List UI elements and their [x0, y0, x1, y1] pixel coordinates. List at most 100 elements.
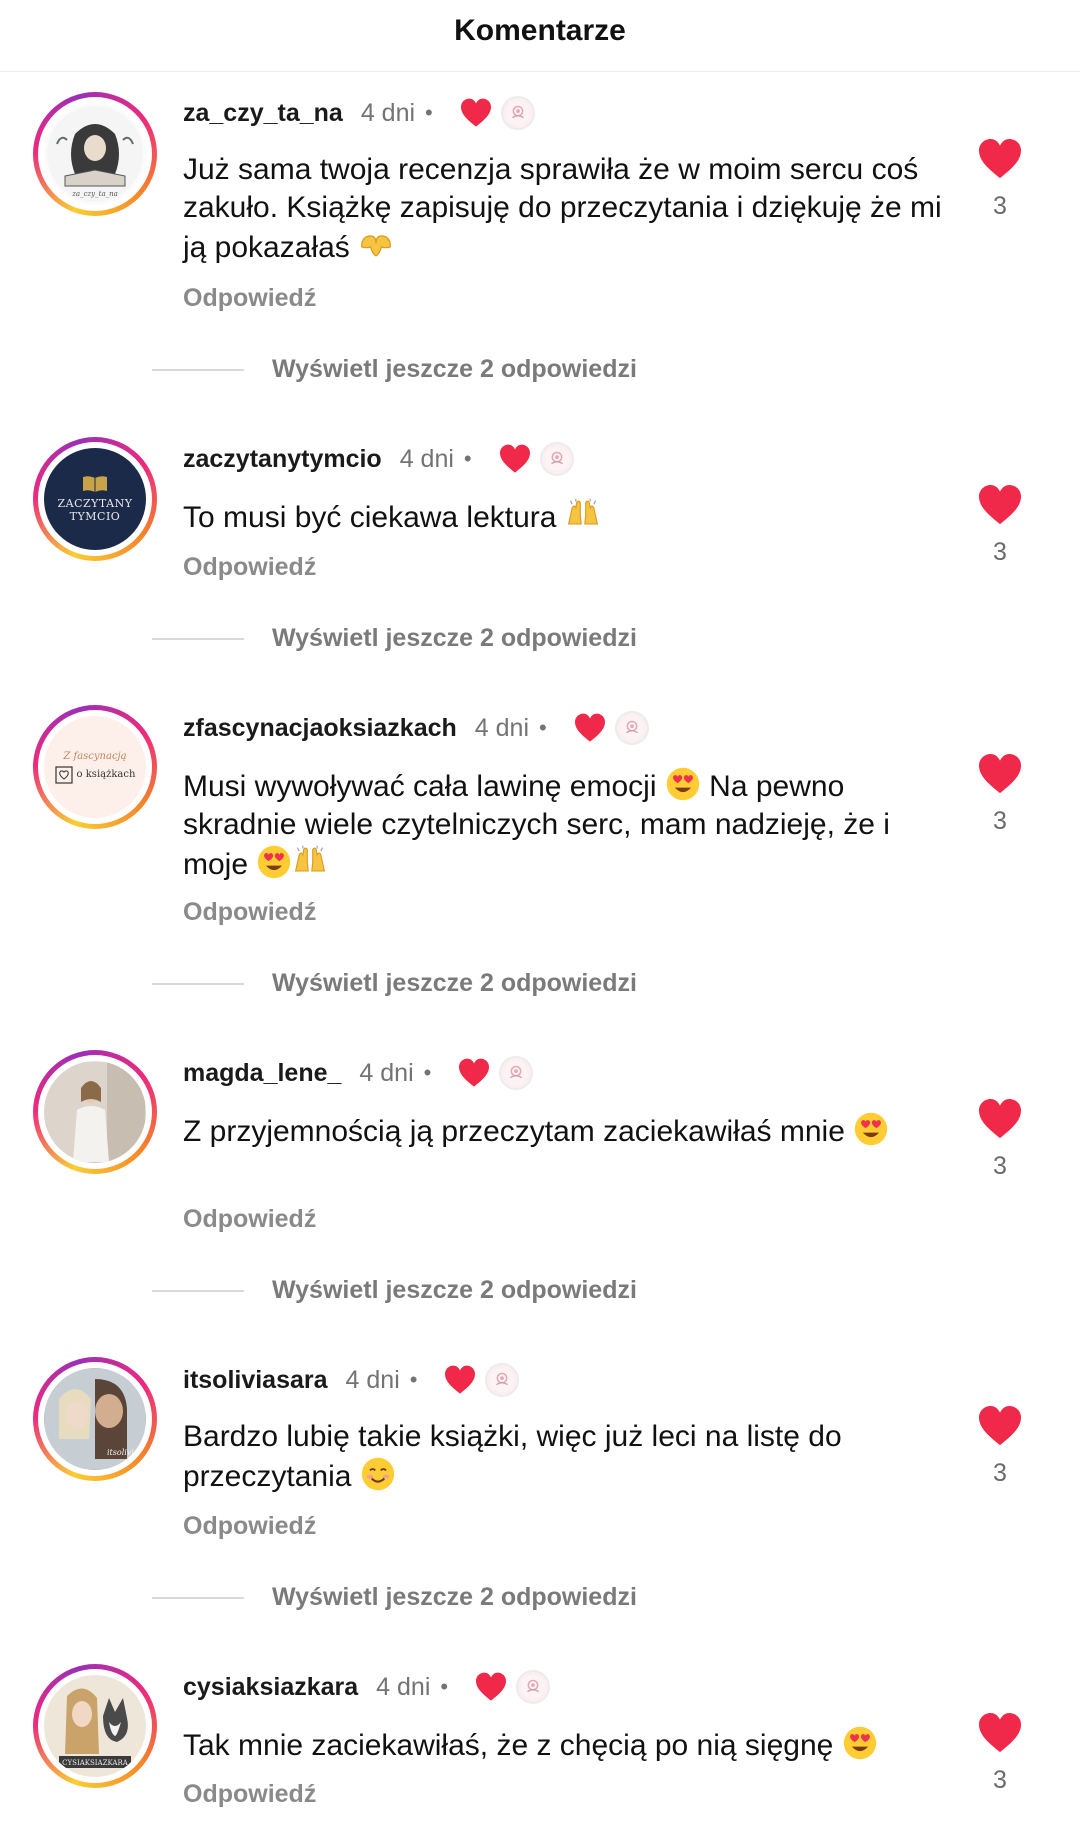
avatar[interactable]: CYSIAKSIAZKARA — [33, 1664, 157, 1788]
comment-text: Z przyjemnością ją przeczytam zaciekawił… — [183, 1115, 845, 1148]
comment-body: Tak mnie zaciekawiłaś, że z chęcią po ni… — [183, 1725, 943, 1765]
comment-meta: cysiaksiazkara 4 dni • — [183, 1669, 551, 1705]
heart-eyes-emoji-icon — [256, 844, 292, 880]
comments-header: Komentarze — [0, 0, 1080, 72]
comment-username[interactable]: zfascynacjaoksiazkach — [183, 714, 457, 743]
avatar-text-line-2: o książkach — [76, 769, 136, 780]
raised-hands-emoji-icon — [565, 497, 601, 533]
comment-meta: zaczytanytymcio 4 dni • — [183, 441, 574, 477]
comment-meta: magda_lene_ 4 dni • — [183, 1055, 534, 1091]
avatar[interactable]: itsoliviasara — [33, 1357, 157, 1481]
view-more-label[interactable]: Wyświetl jeszcze 2 odpowiedzi — [272, 969, 637, 998]
like-heart-icon[interactable] — [977, 484, 1023, 526]
view-more-replies[interactable]: Wyświetl jeszcze 2 odpowiedzi — [152, 1583, 637, 1612]
comment-time: 4 dni — [360, 98, 416, 127]
view-more-replies[interactable]: Wyświetl jeszcze 2 odpowiedzi — [152, 355, 637, 384]
divider-line — [152, 637, 244, 640]
creator-avatar — [485, 1363, 520, 1397]
flower-icon — [504, 99, 532, 127]
like-heart-icon[interactable] — [977, 1405, 1023, 1447]
like-count: 3 — [993, 538, 1007, 566]
comment-username[interactable]: cysiaksiazkara — [183, 1673, 358, 1702]
like-heart-icon[interactable] — [977, 1098, 1023, 1140]
like-count: 3 — [993, 807, 1007, 835]
reply-button[interactable]: Odpowiedź — [183, 1205, 316, 1234]
creator-liked-heart-icon — [457, 1058, 491, 1088]
view-more-label[interactable]: Wyświetl jeszcze 2 odpowiedzi — [272, 355, 637, 384]
like-column: 3 — [975, 1098, 1025, 1181]
avatar[interactable]: ZACZYTANY TYMCIO — [33, 437, 157, 561]
heart-book-icon — [54, 765, 73, 784]
reply-button[interactable]: Odpowiedź — [183, 898, 316, 927]
comment-body: Musi wywoływać cała lawinę emocji Na pew… — [183, 766, 943, 884]
heart-hands-emoji-icon — [358, 227, 394, 263]
comment-body: To musi być ciekawa lektura — [183, 497, 943, 537]
flower-icon — [618, 714, 646, 742]
like-column: 3 — [975, 484, 1025, 567]
creator-avatar — [614, 711, 649, 745]
flower-icon — [543, 445, 571, 473]
like-count: 3 — [993, 1766, 1007, 1794]
comment-time: 4 dni — [359, 1058, 414, 1087]
avatar-text-line-1: ZACZYTANY — [57, 497, 133, 510]
comment-body: Już sama twoja recenzja sprawiła że w mo… — [183, 151, 943, 267]
view-more-label[interactable]: Wyświetl jeszcze 2 odpowiedzi — [272, 624, 637, 653]
comment-text: Tak mnie zaciekawiłaś, że z chęcią po ni… — [183, 1729, 834, 1762]
creator-avatar — [539, 442, 574, 476]
creator-avatar — [500, 96, 535, 130]
creator-liked-heart-icon — [573, 713, 607, 743]
like-count: 3 — [993, 1459, 1007, 1487]
comment-text: Już sama twoja recenzja sprawiła że w mo… — [183, 153, 942, 264]
reply-button[interactable]: Odpowiedź — [183, 553, 316, 582]
flower-icon — [519, 1673, 547, 1701]
comment-username[interactable]: zaczytanytymcio — [183, 445, 382, 474]
divider-line — [152, 1596, 244, 1599]
view-more-label[interactable]: Wyświetl jeszcze 2 odpowiedzi — [272, 1583, 637, 1612]
avatar[interactable]: Z fascynacją o książkach — [33, 705, 157, 829]
page-title: Komentarze — [454, 13, 626, 47]
heart-eyes-emoji-icon — [842, 1725, 878, 1761]
avatar[interactable] — [33, 1050, 157, 1174]
heart-eyes-emoji-icon — [853, 1111, 889, 1147]
avatar[interactable]: za_czy_ta_na — [33, 92, 157, 216]
reply-button[interactable]: Odpowiedź — [183, 1512, 316, 1541]
flower-icon — [502, 1059, 530, 1087]
like-heart-icon[interactable] — [977, 138, 1023, 180]
book-icon — [83, 476, 107, 492]
separator-dot: • — [409, 1367, 418, 1392]
comment-meta: za_czy_ta_na 4 dni • — [183, 95, 535, 131]
creator-liked-heart-icon — [443, 1365, 477, 1395]
creator-liked-heart-icon — [498, 444, 532, 474]
comment-username[interactable]: magda_lene_ — [183, 1059, 341, 1088]
view-more-label[interactable]: Wyświetl jeszcze 2 odpowiedzi — [272, 1276, 637, 1305]
svg-text:za_czy_ta_na: za_czy_ta_na — [71, 190, 118, 198]
couple-photo-icon: itsoliviasara — [45, 1369, 145, 1469]
girl-with-husky-illustration-icon: CYSIAKSIAZKARA — [45, 1676, 145, 1776]
like-count: 3 — [993, 1152, 1007, 1180]
divider-line — [152, 982, 244, 985]
creator-liked-heart-icon — [459, 98, 493, 128]
reply-button[interactable]: Odpowiedź — [183, 284, 316, 313]
avatar-text-line-2: TYMCIO — [69, 510, 121, 523]
like-heart-icon[interactable] — [977, 1712, 1023, 1754]
view-more-replies[interactable]: Wyświetl jeszcze 2 odpowiedzi — [152, 624, 637, 653]
view-more-replies[interactable]: Wyświetl jeszcze 2 odpowiedzi — [152, 1276, 637, 1305]
creator-liked-heart-icon — [474, 1672, 508, 1702]
comment-username[interactable]: itsoliviasara — [183, 1366, 328, 1395]
heart-eyes-emoji-icon — [665, 766, 701, 802]
svg-text:CYSIAKSIAZKARA: CYSIAKSIAZKARA — [62, 1759, 129, 1767]
creator-avatar — [499, 1056, 534, 1090]
separator-dot: • — [539, 715, 547, 740]
divider-line — [152, 1289, 244, 1292]
like-column: 3 — [975, 138, 1025, 221]
comment-time: 4 dni — [345, 1365, 400, 1394]
comment-text: To musi być ciekawa lektura — [183, 501, 557, 534]
comment-meta: itsoliviasara 4 dni • — [183, 1362, 520, 1398]
comment-username[interactable]: za_czy_ta_na — [183, 99, 343, 128]
creator-avatar — [516, 1670, 551, 1704]
like-heart-icon[interactable] — [977, 753, 1023, 795]
reply-button[interactable]: Odpowiedź — [183, 1780, 316, 1809]
view-more-replies[interactable]: Wyświetl jeszcze 2 odpowiedzi — [152, 969, 637, 998]
separator-dot: • — [440, 1674, 449, 1699]
like-column: 3 — [975, 1405, 1025, 1488]
